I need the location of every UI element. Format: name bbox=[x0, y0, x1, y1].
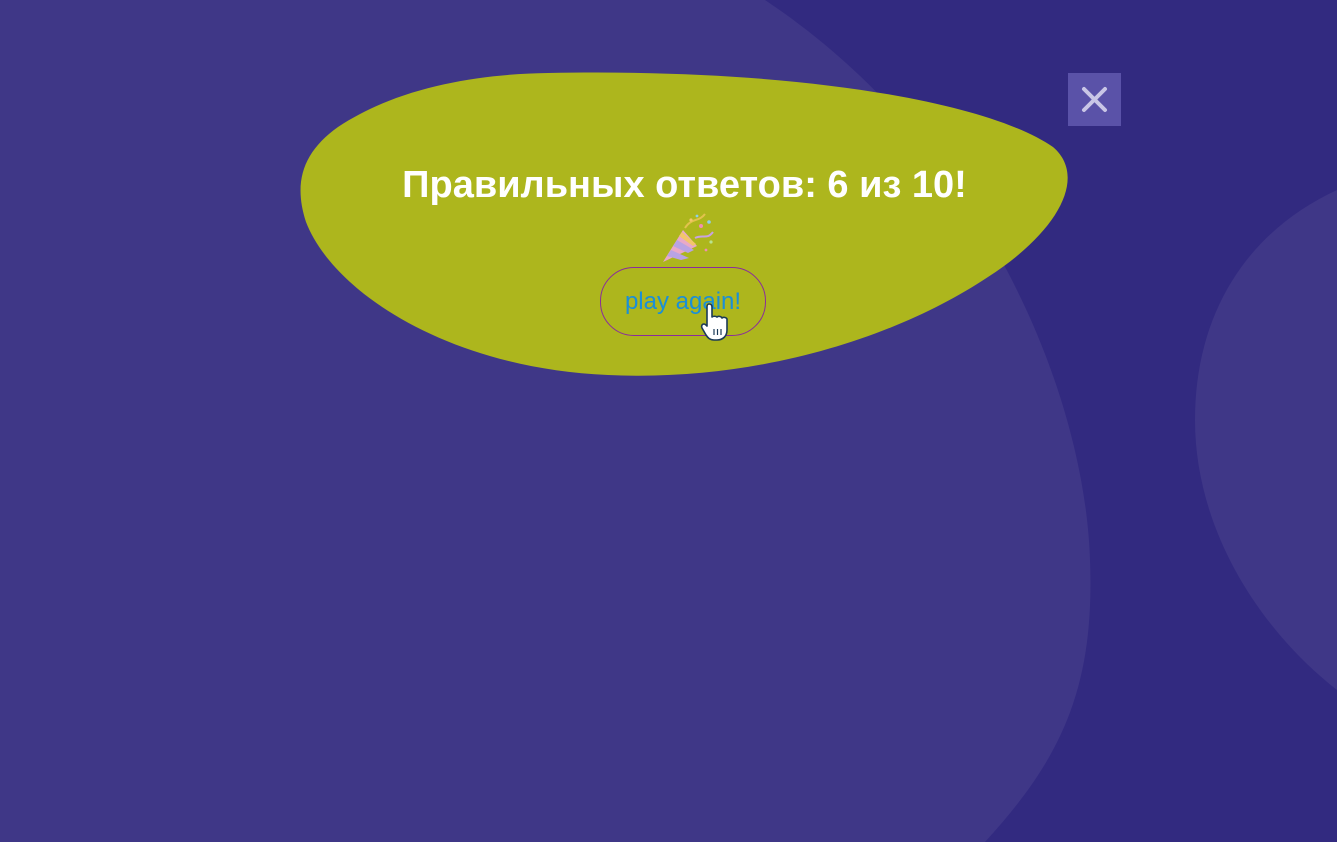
modal-content: Правильных ответов: 6 из 10! play again! bbox=[298, 72, 1071, 377]
background-blob-right bbox=[1195, 190, 1337, 690]
result-text: Правильных ответов: 6 из 10! bbox=[402, 164, 967, 206]
play-again-button[interactable]: play again! bbox=[600, 267, 766, 336]
result-heading: Правильных ответов: 6 из 10! bbox=[398, 156, 971, 272]
quiz-result-screen: Правильных ответов: 6 из 10! play again! bbox=[0, 0, 1337, 842]
close-button[interactable] bbox=[1068, 73, 1121, 126]
close-icon bbox=[1082, 87, 1107, 112]
party-popper-icon bbox=[661, 212, 715, 264]
result-modal: Правильных ответов: 6 из 10! play again! bbox=[298, 72, 1071, 377]
